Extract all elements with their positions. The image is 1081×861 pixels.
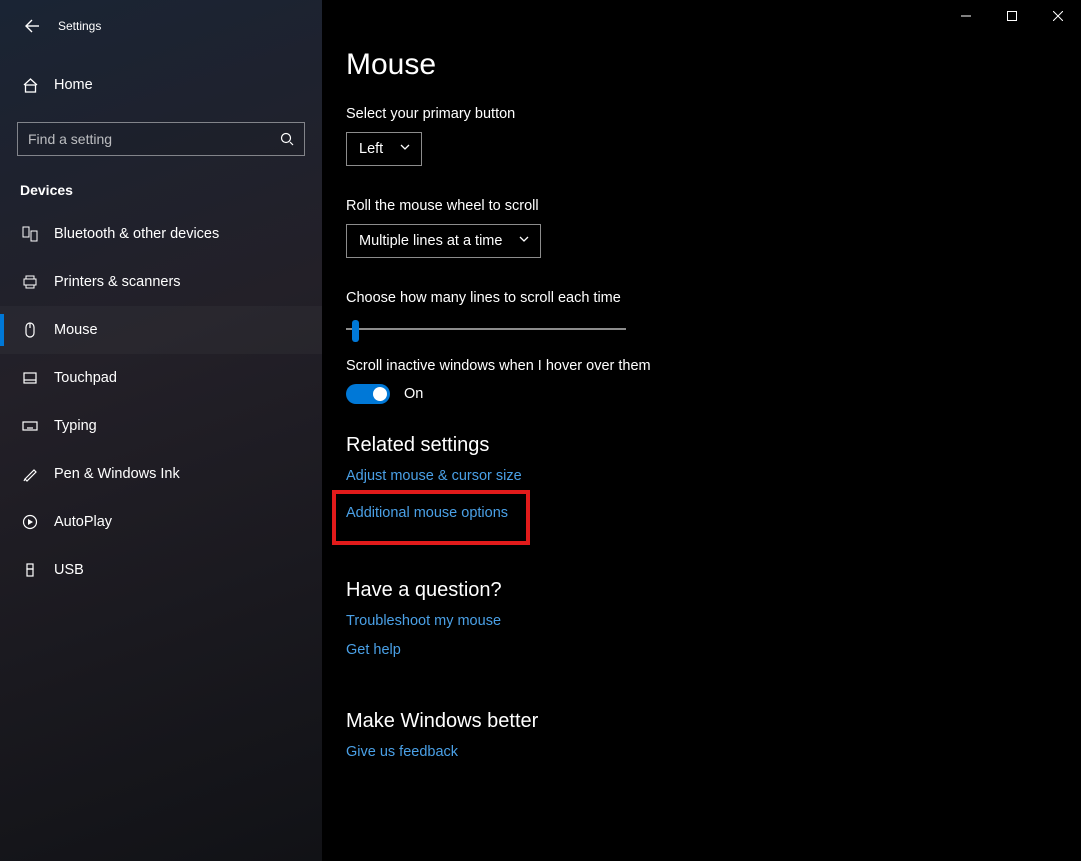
related-heading: Related settings — [346, 434, 1081, 457]
app-title: Settings — [58, 19, 101, 33]
page-title: Mouse — [346, 48, 1081, 82]
back-button[interactable] — [12, 6, 52, 46]
touchpad-icon — [20, 370, 40, 386]
sidebar-item-label: Touchpad — [54, 370, 117, 386]
feedback-heading: Make Windows better — [346, 710, 1081, 733]
toggle-state: On — [404, 386, 423, 402]
back-arrow-icon — [23, 17, 41, 35]
sidebar-item-typing[interactable]: Typing — [0, 402, 322, 450]
search-icon — [280, 132, 294, 146]
scroll-mode-dropdown[interactable]: Multiple lines at a time — [346, 224, 541, 258]
bluetooth-icon — [20, 226, 40, 242]
minimize-button[interactable] — [943, 0, 989, 32]
sidebar-item-label: Pen & Windows Ink — [54, 466, 180, 482]
search-field[interactable] — [28, 131, 280, 147]
slider-thumb[interactable] — [352, 320, 359, 342]
sidebar-item-label: Printers & scanners — [54, 274, 181, 290]
lines-label: Choose how many lines to scroll each tim… — [346, 290, 1081, 306]
sidebar-item-autoplay[interactable]: AutoPlay — [0, 498, 322, 546]
link-get-help[interactable]: Get help — [346, 642, 401, 658]
primary-button-dropdown[interactable]: Left — [346, 132, 422, 166]
sidebar-item-label: USB — [54, 562, 84, 578]
dropdown-value: Left — [359, 141, 383, 157]
link-troubleshoot-mouse[interactable]: Troubleshoot my mouse — [346, 613, 501, 629]
printer-icon — [20, 274, 40, 290]
sidebar-nav: Bluetooth & other devices Printers & sca… — [0, 210, 322, 594]
link-adjust-mouse-size[interactable]: Adjust mouse & cursor size — [346, 468, 522, 484]
question-heading: Have a question? — [346, 579, 1081, 602]
sidebar-item-printers[interactable]: Printers & scanners — [0, 258, 322, 306]
inactive-label: Scroll inactive windows when I hover ove… — [346, 358, 1081, 374]
sidebar: Settings Home Devices Bluetooth & other … — [0, 0, 322, 861]
sidebar-item-bluetooth[interactable]: Bluetooth & other devices — [0, 210, 322, 258]
close-button[interactable] — [1035, 0, 1081, 32]
sidebar-item-label: AutoPlay — [54, 514, 112, 530]
autoplay-icon — [20, 514, 40, 530]
pen-icon — [20, 466, 40, 482]
sidebar-item-label: Mouse — [54, 322, 98, 338]
dropdown-value: Multiple lines at a time — [359, 233, 502, 249]
slider-track — [346, 328, 626, 330]
chevron-down-icon — [399, 141, 411, 157]
sidebar-item-label: Bluetooth & other devices — [54, 226, 219, 242]
section-title: Devices — [20, 182, 322, 198]
home-button[interactable]: Home — [0, 64, 322, 106]
inactive-toggle[interactable] — [346, 384, 390, 404]
sidebar-item-label: Typing — [54, 418, 97, 434]
home-label: Home — [54, 77, 93, 93]
lines-slider[interactable] — [346, 316, 626, 342]
window-controls — [943, 0, 1081, 32]
mouse-icon — [20, 322, 40, 338]
keyboard-icon — [20, 418, 40, 434]
usb-icon — [20, 562, 40, 578]
toggle-knob — [373, 387, 387, 401]
sidebar-item-usb[interactable]: USB — [0, 546, 322, 594]
scroll-mode-label: Roll the mouse wheel to scroll — [346, 198, 1081, 214]
home-icon — [20, 77, 40, 94]
main-panel: Mouse Select your primary button Left Ro… — [322, 0, 1081, 861]
primary-button-label: Select your primary button — [346, 106, 1081, 122]
sidebar-item-mouse[interactable]: Mouse — [0, 306, 322, 354]
chevron-down-icon — [518, 233, 530, 249]
sidebar-item-touchpad[interactable]: Touchpad — [0, 354, 322, 402]
sidebar-item-pen[interactable]: Pen & Windows Ink — [0, 450, 322, 498]
maximize-button[interactable] — [989, 0, 1035, 32]
link-give-feedback[interactable]: Give us feedback — [346, 744, 458, 760]
search-input[interactable] — [17, 122, 305, 156]
link-additional-mouse-options[interactable]: Additional mouse options — [346, 505, 508, 521]
